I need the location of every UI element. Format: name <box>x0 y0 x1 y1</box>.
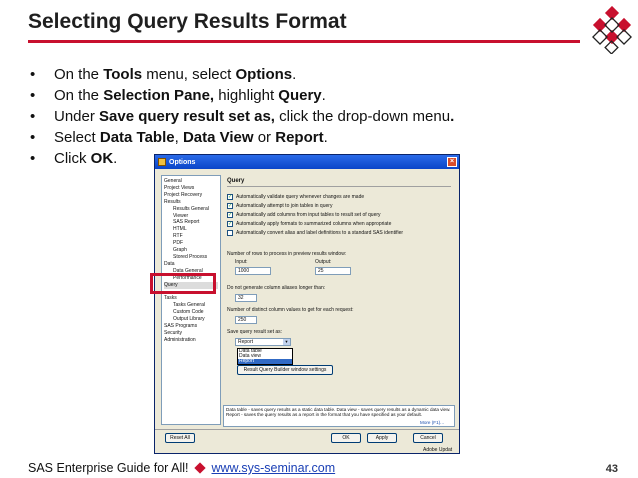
input-rows-field[interactable]: 1000 <box>235 267 271 275</box>
query-highlight-box <box>150 273 216 294</box>
checkbox-box[interactable]: ✓ <box>227 211 233 218</box>
divider <box>227 186 451 187</box>
footer-text: SAS Enterprise Guide for All! <box>28 461 189 475</box>
footer-link[interactable]: www.sys-seminar.com <box>212 461 336 475</box>
footer: SAS Enterprise Guide for All! www.sys-se… <box>28 461 335 475</box>
sidebar-item[interactable]: Output Library <box>164 316 218 323</box>
sidebar-item[interactable]: Project Recovery <box>164 192 218 199</box>
sidebar-item[interactable]: General <box>164 178 218 185</box>
query-settings-panel: Query ✓ Automatically validate query when… <box>223 175 455 425</box>
window-titlebar[interactable]: Options <box>155 155 459 169</box>
convert-alias-checkbox[interactable]: Automatically convert alias and label de… <box>227 229 403 236</box>
reset-all-button[interactable]: Reset All <box>165 433 195 443</box>
sidebar-item[interactable]: Custom Code <box>164 309 218 316</box>
sidebar-item[interactable]: SAS Report <box>164 219 218 226</box>
page-number: 43 <box>605 463 618 475</box>
alias-length-field[interactable]: 32 <box>235 294 257 302</box>
rows-label: Number of rows to process in preview res… <box>227 251 347 257</box>
apply-button[interactable]: Apply <box>367 433 397 443</box>
window-title: Options <box>169 158 196 166</box>
sidebar-item[interactable]: RTF <box>164 233 218 240</box>
sidebar-item[interactable]: Results <box>164 199 218 206</box>
title-underline <box>28 40 580 43</box>
sidebar-item[interactable]: Data <box>164 261 218 268</box>
alias-label: Do not generate column aliases longer th… <box>227 285 326 291</box>
option-report[interactable]: Report <box>238 359 292 364</box>
checkbox-box[interactable]: ✓ <box>227 220 233 227</box>
sidebar-item[interactable]: Results General <box>164 206 218 213</box>
selection-pane[interactable]: General Project Views Project Recovery Resu… <box>161 175 221 425</box>
checkbox-box[interactable]: ✓ <box>227 193 233 200</box>
input-label: Input: <box>235 259 248 265</box>
description-box: Data table - saves query results as a st… <box>223 405 455 427</box>
list-item: • Under Save query result set as, click t… <box>30 108 455 125</box>
output-label: Output: <box>315 259 332 265</box>
distinct-values-field[interactable]: 250 <box>235 316 257 324</box>
section-title: Query <box>227 178 245 184</box>
ok-button[interactable]: OK <box>331 433 361 443</box>
sidebar-item[interactable]: SAS Programs <box>164 323 218 330</box>
join-tables-checkbox[interactable]: ✓ Automatically attempt to join tables in… <box>227 202 332 209</box>
sidebar-item[interactable]: HTML <box>164 226 218 233</box>
sidebar-item[interactable]: Tasks General <box>164 302 218 309</box>
apply-formats-checkbox[interactable]: ✓ Automatically apply formats to summariz… <box>227 220 391 227</box>
chevron-down-icon[interactable]: ▼ <box>283 339 290 345</box>
add-columns-checkbox[interactable]: ✓ Automatically add columns from input ta… <box>227 211 381 218</box>
output-rows-field[interactable]: 25 <box>315 267 351 275</box>
validate-query-checkbox[interactable]: ✓ Automatically validate query whenever c… <box>227 193 364 200</box>
query-builder-settings-button[interactable]: Result Query Builder window settings <box>237 365 333 375</box>
adobe-update-notice: Adobe Updat <box>423 447 453 453</box>
app-icon <box>158 158 166 166</box>
checkbox-box[interactable]: ✓ <box>227 202 233 209</box>
save-result-label: Save query result set as: <box>227 329 283 335</box>
sidebar-item[interactable]: Administration <box>164 337 218 344</box>
sidebar-item[interactable]: PDF <box>164 240 218 247</box>
sidebar-item[interactable]: Graph <box>164 247 218 254</box>
checkbox-box[interactable] <box>227 229 233 236</box>
list-item: • On the Selection Pane, highlight Query. <box>30 87 326 104</box>
distinct-label: Number of distinct column values to get … <box>227 307 354 313</box>
cancel-button[interactable]: Cancel <box>413 433 443 443</box>
close-icon[interactable]: × <box>447 157 457 167</box>
more-help-link[interactable]: More (F1)... <box>420 420 444 425</box>
list-item: • On the Tools menu, select Options. <box>30 66 297 83</box>
diamond-icon <box>193 462 206 474</box>
list-item: • Select Data Table, Data View or Report. <box>30 129 328 146</box>
sidebar-item[interactable]: Project Views <box>164 185 218 192</box>
sidebar-item[interactable]: Security <box>164 330 218 337</box>
sidebar-item[interactable]: Stored Process <box>164 254 218 261</box>
divider <box>155 429 459 430</box>
save-result-dropdown[interactable]: Report ▼ <box>235 338 291 346</box>
sidebar-item[interactable]: Viewer <box>164 213 218 220</box>
sidebar-item[interactable]: Tasks <box>164 295 218 302</box>
save-result-options[interactable]: Data table Data view Report <box>237 348 293 365</box>
diamond-logo-icon <box>592 6 632 54</box>
slide-title: Selecting Query Results Format <box>28 10 347 33</box>
options-window: Options × General Project Views Project Re… <box>154 154 460 454</box>
